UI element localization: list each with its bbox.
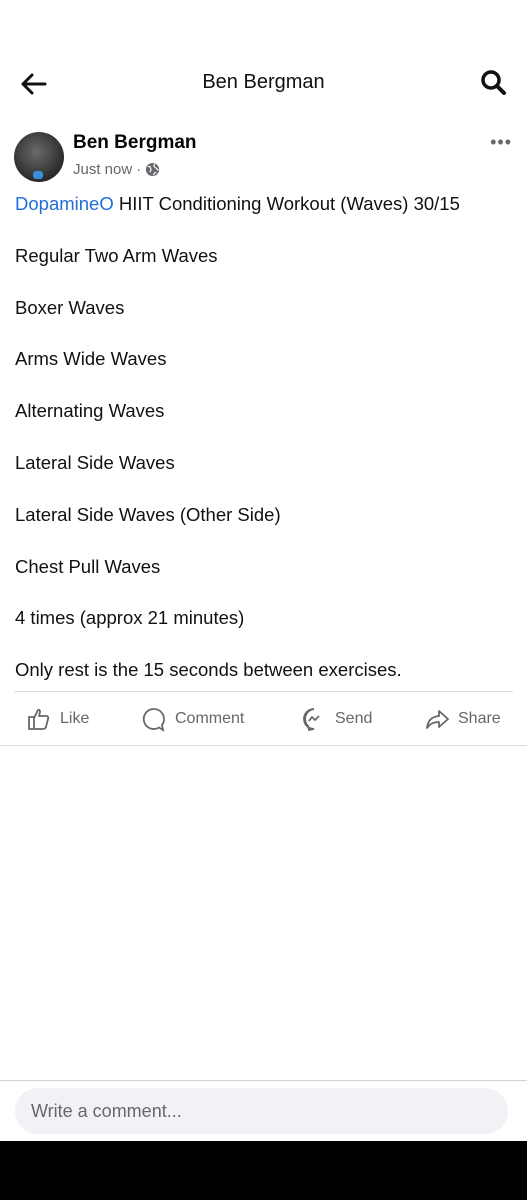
author-name[interactable]: Ben Bergman xyxy=(73,132,197,154)
post-line: DopamineO HIIT Conditioning Workout (Wav… xyxy=(15,192,520,244)
like-label: Like xyxy=(60,710,90,727)
post-line: Chest Pull Waves xyxy=(15,555,161,577)
send-button[interactable]: Send xyxy=(301,700,372,738)
post-line: Lateral Side Waves xyxy=(15,451,175,473)
post-body: DopamineO HIIT Conditioning Workout (Wav… xyxy=(15,192,520,710)
messenger-icon xyxy=(303,708,320,732)
post-line: Alternating Waves xyxy=(15,400,165,422)
comment-input[interactable] xyxy=(15,1088,508,1134)
divider xyxy=(0,745,527,746)
divider xyxy=(0,1080,527,1081)
post-line: Boxer Waves xyxy=(15,296,125,318)
comment-button[interactable]: Comment xyxy=(141,700,244,738)
share-label: Share xyxy=(458,710,501,727)
top-bar: Ben Bergman xyxy=(0,60,527,106)
comment-label: Comment xyxy=(175,710,245,727)
comment-bubble-icon xyxy=(142,708,165,732)
search-icon[interactable] xyxy=(479,68,509,98)
post-actions: Like Comment Send Share xyxy=(0,700,527,738)
share-button[interactable]: Share xyxy=(424,700,501,738)
system-nav-bar xyxy=(0,1141,527,1200)
divider xyxy=(14,691,513,692)
post-line: Lateral Side Waves (Other Side) xyxy=(15,503,281,525)
send-label: Send xyxy=(335,710,373,727)
post-line: Arms Wide Waves xyxy=(15,348,167,370)
post-header: Ben Bergman Just now · ••• xyxy=(14,130,514,182)
post-meta: Just now · xyxy=(73,161,160,178)
globe-icon xyxy=(146,162,160,177)
timestamp[interactable]: Just now xyxy=(73,161,132,178)
more-options-button[interactable]: ••• xyxy=(490,132,512,153)
avatar-badge xyxy=(33,171,43,179)
like-button[interactable]: Like xyxy=(26,700,89,738)
share-arrow-icon xyxy=(426,710,449,729)
meta-separator: · xyxy=(136,161,142,178)
page-title: Ben Bergman xyxy=(202,71,325,93)
thumbs-up-icon xyxy=(28,708,50,730)
post-line: 4 times (approx 21 minutes) xyxy=(15,607,245,629)
post-line-text: HIIT Conditioning Workout (Waves) 30/15 xyxy=(113,193,460,214)
page-tag-link[interactable]: DopamineO xyxy=(15,193,114,214)
post-line: Regular Two Arm Waves xyxy=(15,244,218,266)
avatar[interactable] xyxy=(14,132,64,182)
